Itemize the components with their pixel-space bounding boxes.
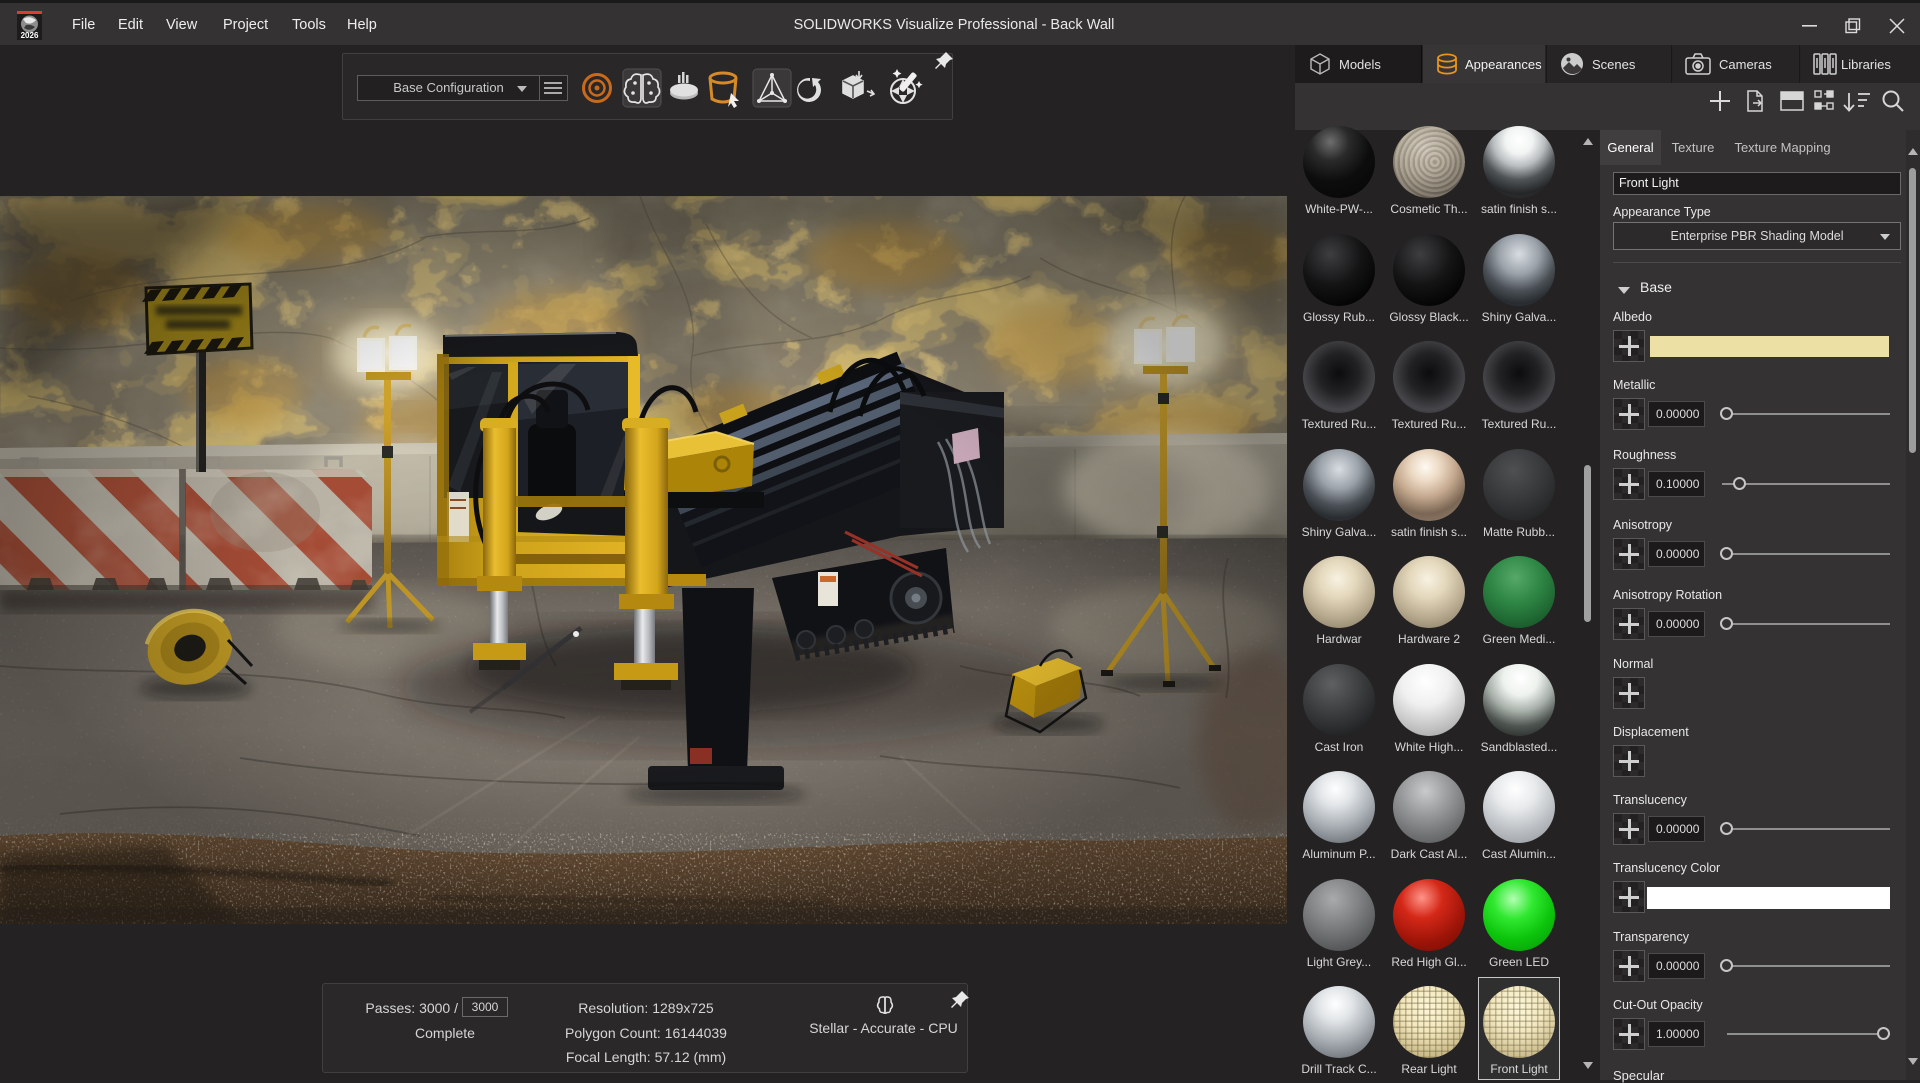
- svg-text:2026: 2026: [21, 31, 39, 40]
